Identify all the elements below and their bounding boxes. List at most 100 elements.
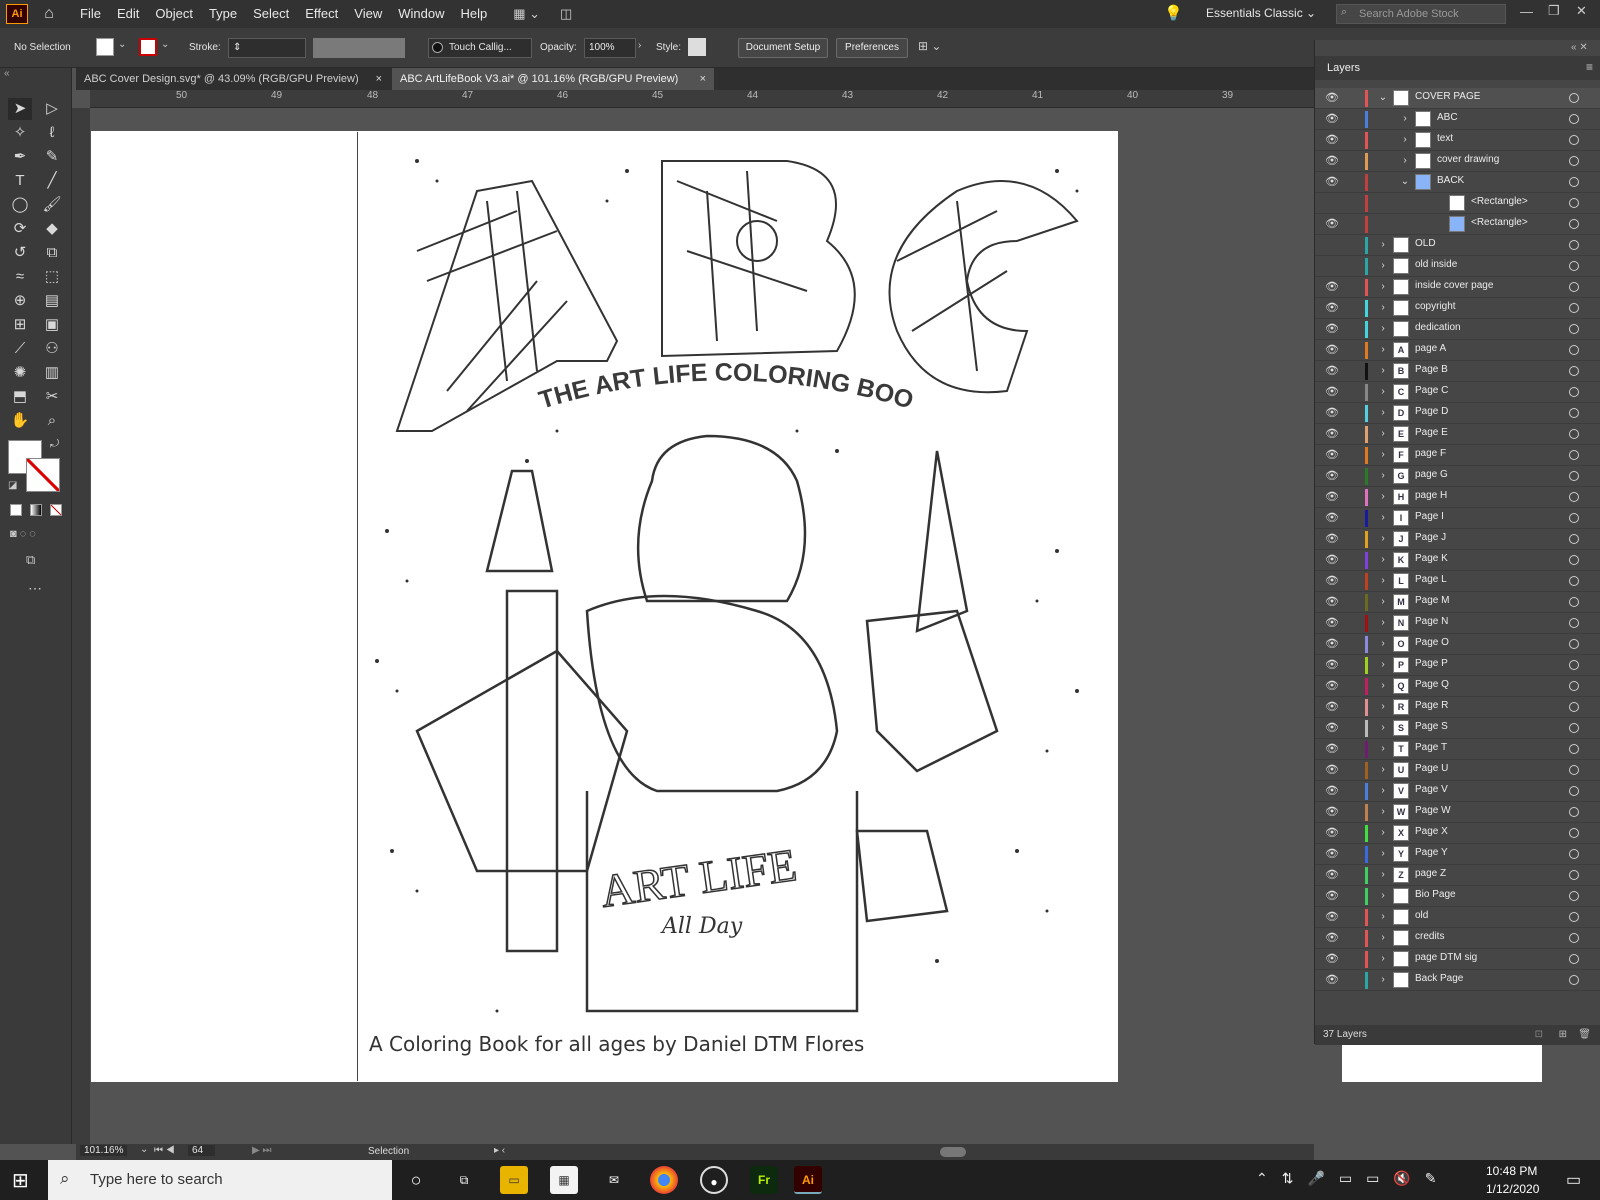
taskbar-search-input[interactable]: Type here to search <box>48 1160 392 1200</box>
stroke-weight-field[interactable]: ⇕ <box>228 38 306 58</box>
expand-chevron-icon[interactable]: › <box>1377 552 1389 568</box>
expand-chevron-icon[interactable]: › <box>1377 930 1389 946</box>
expand-chevron-icon[interactable]: › <box>1377 762 1389 778</box>
visibility-eye-icon[interactable]: 👁 <box>1325 343 1339 357</box>
target-circle-icon[interactable] <box>1569 429 1579 439</box>
layer-name[interactable]: Page T <box>1415 742 1447 753</box>
expand-chevron-icon[interactable]: ⌄ <box>1399 174 1411 190</box>
chevron-down-icon[interactable]: ⌄ <box>118 39 126 50</box>
visibility-eye-icon[interactable]: 👁 <box>1325 952 1339 966</box>
visibility-eye-icon[interactable]: 👁 <box>1325 763 1339 777</box>
clock-date[interactable]: 1/12/2020 <box>1486 1182 1539 1196</box>
layer-row[interactable]: 👁 › O Page O <box>1315 634 1600 655</box>
layer-name[interactable]: cover drawing <box>1437 154 1499 165</box>
visibility-eye-icon[interactable]: 👁 <box>1325 175 1339 189</box>
mail-icon[interactable]: ✉ <box>600 1166 628 1194</box>
layer-row[interactable]: 👁 › Q Page Q <box>1315 676 1600 697</box>
menu-object[interactable]: Object <box>147 0 201 28</box>
layer-name[interactable]: page Z <box>1415 868 1446 879</box>
layer-row[interactable]: 👁 › N Page N <box>1315 613 1600 634</box>
layer-name[interactable]: Page S <box>1415 721 1448 732</box>
layer-row[interactable]: 👁 › E Page E <box>1315 424 1600 445</box>
layer-row[interactable]: 👁 › J Page J <box>1315 529 1600 550</box>
width-tool-icon[interactable]: ≈ <box>8 266 32 288</box>
layer-name[interactable]: Page I <box>1415 511 1444 522</box>
target-circle-icon[interactable] <box>1569 177 1579 187</box>
column-graph-tool-icon[interactable]: ▥ <box>40 362 64 384</box>
visibility-eye-icon[interactable]: 👁 <box>1325 826 1339 840</box>
lasso-tool-icon[interactable]: ℓ <box>40 122 64 144</box>
visibility-eye-icon[interactable] <box>1325 259 1339 273</box>
perspective-grid-tool-icon[interactable]: ▤ <box>40 290 64 312</box>
target-circle-icon[interactable] <box>1569 408 1579 418</box>
next-artboard-icon[interactable]: ▶ ⏭ <box>252 1145 271 1156</box>
close-tab-icon[interactable]: × <box>376 68 382 90</box>
layer-row[interactable]: 👁 › B Page B <box>1315 361 1600 382</box>
gpu-icon[interactable]: ◫ <box>560 6 572 22</box>
visibility-eye-icon[interactable] <box>1325 196 1339 210</box>
eraser-tool-icon[interactable]: ◆ <box>40 218 64 240</box>
expand-chevron-icon[interactable]: › <box>1377 678 1389 694</box>
visibility-eye-icon[interactable]: 👁 <box>1325 364 1339 378</box>
menu-effect[interactable]: Effect <box>297 0 346 28</box>
target-circle-icon[interactable] <box>1569 450 1579 460</box>
target-circle-icon[interactable] <box>1569 597 1579 607</box>
free-transform-tool-icon[interactable]: ⬚ <box>40 266 64 288</box>
target-circle-icon[interactable] <box>1569 765 1579 775</box>
target-circle-icon[interactable] <box>1569 219 1579 229</box>
layer-row[interactable]: 👁 › M Page M <box>1315 592 1600 613</box>
menu-edit[interactable]: Edit <box>109 0 147 28</box>
layer-name[interactable]: old inside <box>1415 259 1457 270</box>
target-circle-icon[interactable] <box>1569 534 1579 544</box>
visibility-eye-icon[interactable]: 👁 <box>1325 868 1339 882</box>
layer-name[interactable]: Page U <box>1415 763 1448 774</box>
layer-row[interactable]: 👁 › S Page S <box>1315 718 1600 739</box>
visibility-eye-icon[interactable]: 👁 <box>1325 973 1339 987</box>
layer-row[interactable]: 👁 <Rectangle> <box>1315 214 1600 235</box>
expand-chevron-icon[interactable]: › <box>1377 972 1389 988</box>
expand-chevron-icon[interactable]: › <box>1377 699 1389 715</box>
rotate-tool-icon[interactable]: ↺ <box>8 242 32 264</box>
target-circle-icon[interactable] <box>1569 303 1579 313</box>
layer-name[interactable]: Page K <box>1415 553 1448 564</box>
color-mode-icon[interactable] <box>10 504 22 516</box>
symbol-sprayer-tool-icon[interactable]: ✺ <box>8 362 32 384</box>
layer-name[interactable]: page F <box>1415 448 1446 459</box>
layer-row[interactable]: 👁 › T Page T <box>1315 739 1600 760</box>
paintbrush-tool-icon[interactable]: 🖌 <box>40 194 64 216</box>
more-tools-icon[interactable]: ⋯ <box>28 580 42 597</box>
layer-row[interactable]: 👁 › Bio Page <box>1315 886 1600 907</box>
restore-button[interactable]: ❐ <box>1548 3 1560 19</box>
first-artboard-icon[interactable]: ⏮ ◀ <box>154 1145 175 1156</box>
layer-name[interactable]: Page N <box>1415 616 1448 627</box>
hand-tool-icon[interactable]: ✋ <box>8 410 32 432</box>
expand-chevron-icon[interactable]: › <box>1377 237 1389 253</box>
layer-name[interactable]: ABC <box>1437 112 1458 123</box>
expand-chevron-icon[interactable]: › <box>1377 951 1389 967</box>
target-circle-icon[interactable] <box>1569 660 1579 670</box>
layer-name[interactable]: credits <box>1415 931 1444 942</box>
expand-chevron-icon[interactable]: › <box>1377 909 1389 925</box>
illustrator-taskbar-icon[interactable]: Ai <box>794 1166 822 1194</box>
layer-row[interactable]: 👁 › Fpage F <box>1315 445 1600 466</box>
clock-time[interactable]: 10:48 PM <box>1486 1164 1537 1178</box>
expand-chevron-icon[interactable]: › <box>1377 657 1389 673</box>
pen-tool-icon[interactable]: ✒ <box>8 146 32 168</box>
menu-window[interactable]: Window <box>390 0 452 28</box>
preferences-button[interactable]: Preferences <box>836 38 908 58</box>
close-window-button[interactable]: ✕ <box>1576 3 1587 19</box>
fill-swatch[interactable] <box>96 38 114 56</box>
zoom-level-field[interactable]: 101.16% <box>80 1145 128 1156</box>
layer-row[interactable]: 👁 › Apage A <box>1315 340 1600 361</box>
expand-chevron-icon[interactable]: › <box>1377 615 1389 631</box>
target-circle-icon[interactable] <box>1569 639 1579 649</box>
menu-help[interactable]: Help <box>452 0 495 28</box>
visibility-eye-icon[interactable]: 👁 <box>1325 700 1339 714</box>
visibility-eye-icon[interactable]: 👁 <box>1325 616 1339 630</box>
layer-row[interactable]: 👁 › I Page I <box>1315 508 1600 529</box>
layer-row[interactable]: 👁 › X Page X <box>1315 823 1600 844</box>
expand-chevron-icon[interactable]: › <box>1377 510 1389 526</box>
gradient-tool-icon[interactable]: ▣ <box>40 314 64 336</box>
layer-name[interactable]: copyright <box>1415 301 1456 312</box>
expand-chevron-icon[interactable]: › <box>1377 279 1389 295</box>
